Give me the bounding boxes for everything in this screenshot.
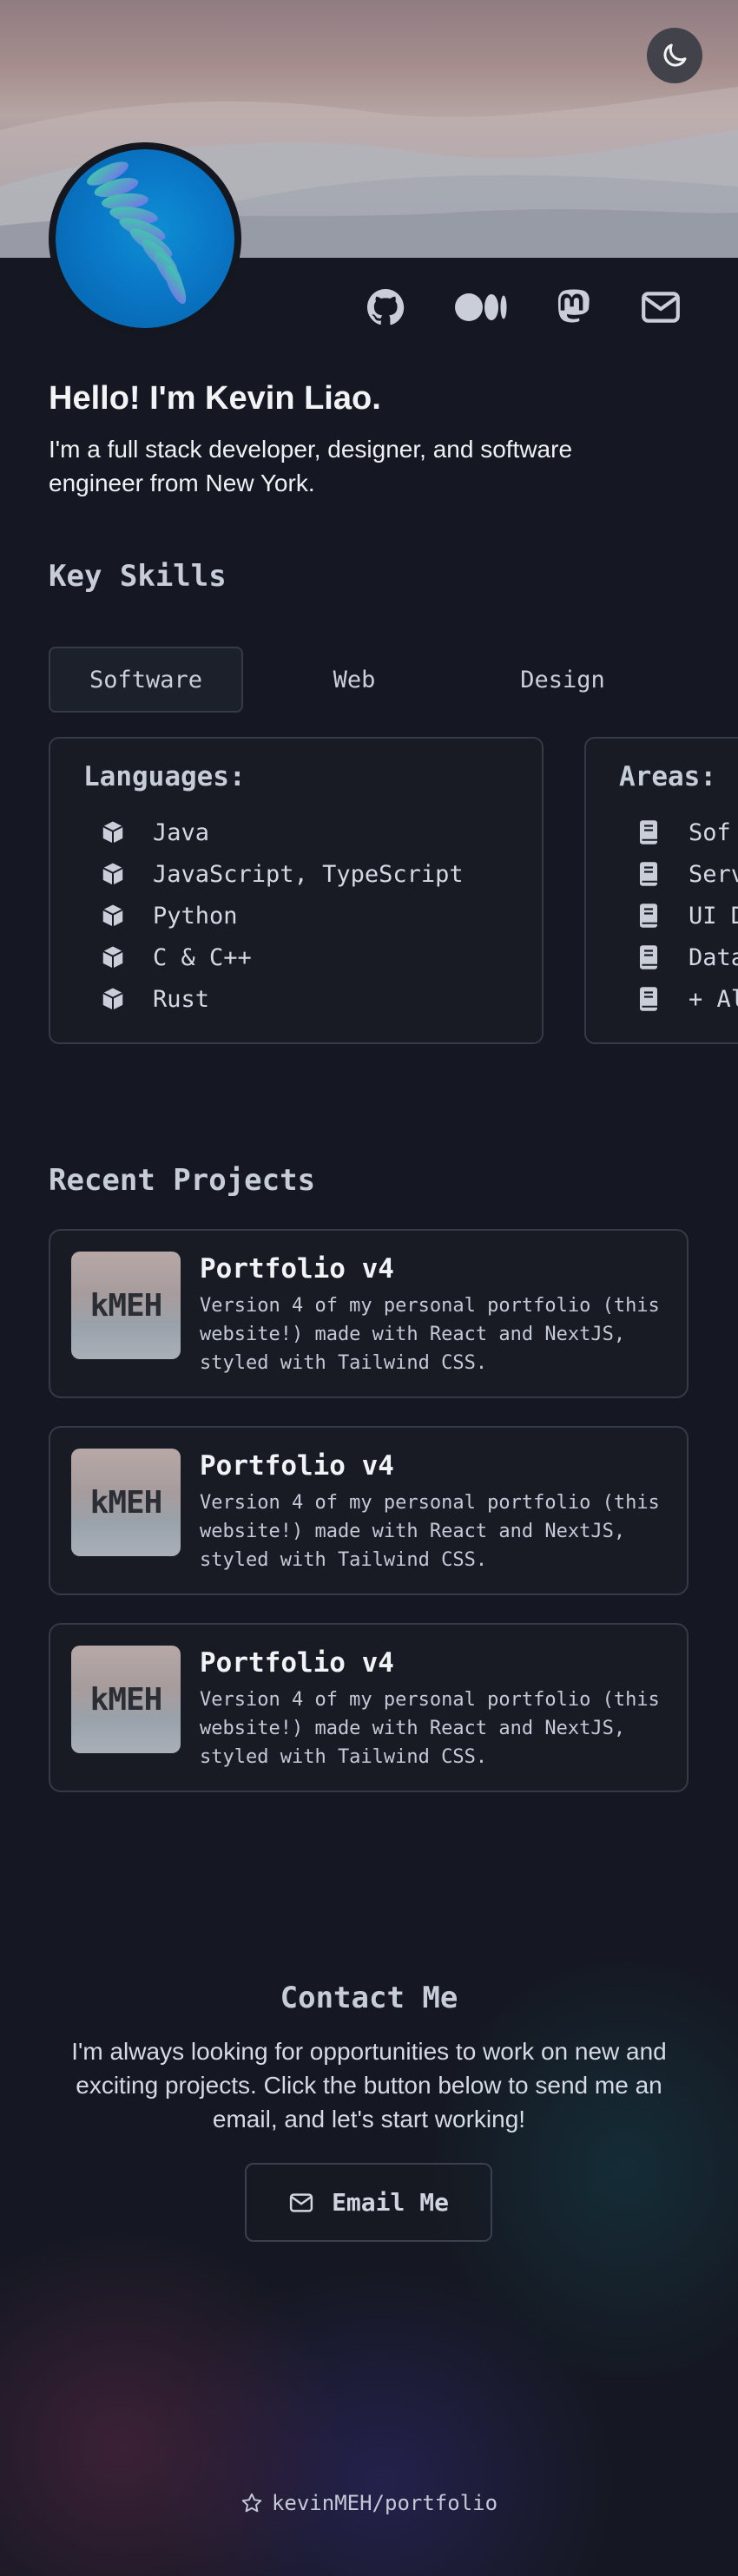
github-link[interactable] [359, 281, 412, 333]
email-button-label: Email Me [332, 2188, 449, 2217]
skill-label: JavaScript, TypeScript [153, 860, 464, 888]
project-description: Version 4 of my personal portfolio (this… [200, 1492, 660, 1571]
thumbnail-logo: kMEH [89, 1484, 163, 1521]
skill-item: Serv [635, 857, 738, 891]
book-icon [635, 860, 662, 888]
skill-item: Sof [635, 815, 731, 850]
repo-link[interactable]: kevinMEH/portfolio [0, 2491, 738, 2515]
mail-icon [289, 2192, 313, 2212]
skill-item: C & C++ [99, 940, 252, 975]
medium-link[interactable] [452, 281, 510, 333]
project-title: Portfolio v4 [200, 1253, 394, 1285]
project-description: Version 4 of my personal portfolio (this… [200, 1295, 660, 1374]
project-description: Version 4 of my personal portfolio (this… [200, 1689, 660, 1768]
skill-label: C & C++ [153, 943, 252, 971]
avatar [49, 142, 241, 335]
mail-icon [642, 292, 680, 323]
skill-item: Rust [99, 982, 209, 1016]
thumbnail-logo: kMEH [89, 1287, 163, 1324]
bio-text: I'm a full stack developer, designer, an… [49, 436, 573, 496]
project-thumbnail: kMEH [71, 1646, 181, 1753]
skills-card-areas: Areas: Sof Serv UI D Data + Al [584, 737, 738, 1044]
cube-icon [99, 985, 127, 1013]
star-icon [241, 2493, 262, 2513]
contact-title: Contact Me [280, 1981, 458, 2015]
skill-label: Java [153, 818, 210, 846]
moon-icon [663, 43, 687, 67]
project-title: Portfolio v4 [200, 1450, 394, 1482]
project-thumbnail: kMEH [71, 1252, 181, 1359]
project-card[interactable]: kMEH Portfolio v4 Version 4 of my person… [49, 1623, 689, 1792]
book-icon [635, 943, 662, 971]
skill-item: UI D [635, 898, 738, 933]
cube-icon [99, 860, 127, 888]
skill-label: UI D [689, 902, 738, 930]
card-title: Languages: [83, 761, 246, 792]
skill-item: Java [99, 815, 209, 850]
email-link[interactable] [635, 281, 687, 333]
tab-software[interactable]: Software [49, 647, 243, 713]
mastodon-icon [557, 289, 590, 323]
greeting-heading: Hello! I'm Kevin Liao. [49, 380, 381, 417]
contact-text: I'm always looking for opportunities to … [71, 2038, 667, 2132]
book-icon [635, 902, 662, 930]
skill-label: Data [689, 943, 738, 971]
skill-label: Python [153, 902, 238, 930]
cube-icon [99, 818, 127, 846]
skill-label: Serv [689, 860, 738, 888]
skill-label: Rust [153, 985, 210, 1013]
skills-card-languages: Languages: Java JavaScript, TypeScript P… [49, 737, 544, 1044]
medium-icon [455, 293, 507, 321]
thumbnail-logo: kMEH [89, 1681, 163, 1718]
projects-title: Recent Projects [49, 1163, 316, 1198]
book-icon [635, 985, 662, 1013]
book-icon [635, 818, 662, 846]
skill-item: Python [99, 898, 238, 933]
skills-title: Key Skills [49, 559, 227, 594]
project-thumbnail: kMEH [71, 1449, 181, 1556]
skill-label: Sof [689, 818, 731, 846]
skill-label: + Al [689, 985, 738, 1013]
skill-item: JavaScript, TypeScript [99, 857, 464, 891]
abstract-art [87, 161, 187, 305]
mastodon-link[interactable] [548, 281, 600, 333]
skill-item: Data [635, 940, 738, 975]
card-title: Areas: [619, 761, 716, 792]
project-title: Portfolio v4 [200, 1647, 394, 1679]
theme-toggle-button[interactable] [647, 28, 702, 83]
tab-web[interactable]: Web [257, 647, 451, 713]
tab-design[interactable]: Design [465, 647, 660, 713]
cube-icon [99, 902, 127, 930]
skill-item: + Al [635, 982, 738, 1016]
github-icon [367, 289, 405, 325]
project-card[interactable]: kMEH Portfolio v4 Version 4 of my person… [49, 1426, 689, 1595]
cube-icon [99, 943, 127, 971]
repo-label: kevinMEH/portfolio [271, 2491, 498, 2515]
project-card[interactable]: kMEH Portfolio v4 Version 4 of my person… [49, 1229, 689, 1398]
email-me-button[interactable]: Email Me [245, 2163, 492, 2242]
